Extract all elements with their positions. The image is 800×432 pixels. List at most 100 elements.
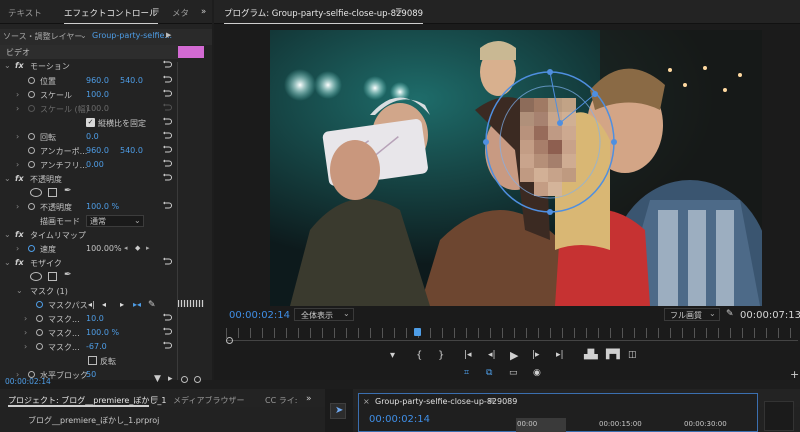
tab-cc-libraries[interactable]: CC ライ: bbox=[265, 395, 297, 406]
mask-opacity-value[interactable]: 100.0 % bbox=[86, 328, 119, 337]
export-icon[interactable] bbox=[181, 376, 188, 383]
chevron-down-icon[interactable]: ⌄ bbox=[4, 230, 11, 239]
panel-menu-icon[interactable]: ≡ bbox=[152, 6, 160, 16]
lift-icon[interactable]: ▟▙ bbox=[584, 350, 598, 360]
chevron-down-icon[interactable]: ⌄ bbox=[709, 309, 716, 318]
chevron-down-icon[interactable]: ⌄ bbox=[343, 309, 350, 318]
in-point-marker-icon[interactable] bbox=[226, 337, 233, 344]
add-marker-icon[interactable]: ▾ bbox=[390, 350, 395, 361]
anchor-y[interactable]: 540.0 bbox=[120, 146, 143, 155]
stopwatch-icon[interactable] bbox=[28, 203, 35, 210]
settings-wrench-icon[interactable]: ✎ bbox=[726, 309, 734, 319]
stopwatch-icon[interactable] bbox=[28, 133, 35, 140]
ec-timecode[interactable]: 00:00:02:14 bbox=[5, 377, 51, 386]
position-x[interactable]: 960.0 bbox=[86, 76, 109, 85]
extract-icon[interactable]: ▛▜ bbox=[606, 350, 620, 360]
reset-icon[interactable] bbox=[162, 159, 172, 169]
chevron-down-icon[interactable]: ⌄ bbox=[4, 174, 11, 183]
camera-icon[interactable]: ◉ bbox=[533, 368, 541, 378]
play-loop-icon[interactable]: ▸ bbox=[168, 374, 173, 384]
stopwatch-icon[interactable] bbox=[36, 329, 43, 336]
antiflicker-value[interactable]: 0.00 bbox=[86, 160, 104, 169]
opacity-effect[interactable]: ⌄ fx 不透明度 bbox=[0, 172, 178, 186]
fx-icon[interactable]: fx bbox=[15, 230, 24, 239]
reset-icon[interactable] bbox=[162, 327, 172, 337]
sequence-timecode[interactable]: 00:00:02:14 bbox=[369, 414, 430, 425]
chevron-right-icon[interactable]: › bbox=[16, 132, 19, 141]
clip-name[interactable]: Group-party-selfie... bbox=[92, 31, 172, 40]
ellipse-mask-icon[interactable] bbox=[30, 188, 42, 197]
chevron-right-icon[interactable]: › bbox=[16, 202, 19, 211]
filter-icon[interactable]: ▼ bbox=[154, 374, 161, 384]
tab-sequence[interactable]: Group-party-selfie-close-up-829089 bbox=[375, 397, 517, 406]
speed-value[interactable]: 100.00% bbox=[86, 244, 122, 253]
fit-select[interactable]: 全体表示 ⌄ bbox=[294, 308, 354, 321]
reset-icon[interactable] bbox=[162, 75, 172, 85]
tab-meta[interactable]: メタ bbox=[172, 7, 189, 19]
fx-icon[interactable]: fx bbox=[15, 174, 24, 183]
reset-icon[interactable] bbox=[162, 60, 172, 70]
step-forward-icon[interactable]: |▸ bbox=[532, 350, 540, 360]
wrench-icon[interactable]: ✎ bbox=[148, 300, 156, 310]
reset-icon[interactable] bbox=[162, 313, 172, 323]
stopwatch-icon[interactable] bbox=[36, 343, 43, 350]
tab-program[interactable]: プログラム: Group-party-selfie-close-up-82908… bbox=[224, 7, 424, 25]
tab-text[interactable]: テキスト bbox=[8, 7, 42, 19]
keyframe-nav-icon[interactable] bbox=[162, 201, 172, 211]
chevron-right-icon[interactable]: › bbox=[24, 342, 27, 351]
position-y[interactable]: 540.0 bbox=[120, 76, 143, 85]
step-back-icon[interactable]: ◂| bbox=[488, 350, 496, 360]
reset-icon[interactable] bbox=[162, 117, 172, 127]
program-timecode[interactable]: 00:00:02:14 bbox=[229, 310, 290, 321]
time-ruler[interactable] bbox=[226, 328, 798, 338]
close-icon[interactable]: × bbox=[363, 397, 370, 406]
step-backward-icon[interactable]: ◂ bbox=[102, 300, 106, 309]
panel-menu-icon[interactable]: ≡ bbox=[488, 396, 496, 406]
keyframe-next-icon[interactable]: ▸ bbox=[146, 244, 150, 252]
rectangle-mask-icon[interactable] bbox=[48, 188, 57, 197]
playhead[interactable] bbox=[414, 328, 421, 336]
reset-icon[interactable] bbox=[162, 89, 172, 99]
mask-expansion-value[interactable]: -67.0 bbox=[86, 342, 107, 351]
reset-icon[interactable] bbox=[162, 257, 172, 267]
reset-icon[interactable] bbox=[162, 145, 172, 155]
fx-icon[interactable]: fx bbox=[15, 258, 24, 267]
clip-track-bar[interactable] bbox=[178, 46, 204, 58]
chevron-down-icon[interactable]: ⌄ bbox=[4, 61, 11, 70]
stopwatch-icon[interactable] bbox=[36, 301, 43, 308]
blend-mode-value[interactable]: 通常 bbox=[90, 216, 106, 227]
chevron-down-icon[interactable]: ⌄ bbox=[4, 258, 11, 267]
panel-menu-icon[interactable]: ≡ bbox=[151, 394, 159, 404]
mark-in-icon[interactable]: { bbox=[416, 350, 422, 361]
time-remap-effect[interactable]: ⌄ fx タイムリマップ bbox=[0, 228, 178, 242]
pen-icon[interactable]: ✒ bbox=[64, 270, 72, 280]
video-frame[interactable] bbox=[270, 30, 762, 306]
stopwatch-icon[interactable] bbox=[28, 161, 35, 168]
chevron-right-icon[interactable]: › bbox=[16, 244, 19, 253]
mask-group[interactable]: ⌄ マスク (1) bbox=[0, 284, 178, 298]
rectangle-mask-icon[interactable] bbox=[48, 272, 57, 281]
play-only-icon[interactable]: ▶ bbox=[166, 31, 171, 39]
snap-icon[interactable]: ⧉ bbox=[486, 368, 492, 378]
selection-tool[interactable]: ➤ bbox=[330, 403, 346, 419]
panel-menu-icon[interactable]: ≡ bbox=[395, 6, 403, 16]
ellipse-mask-icon[interactable] bbox=[30, 272, 42, 281]
stopwatch-icon[interactable] bbox=[28, 245, 35, 252]
fx-icon[interactable]: fx bbox=[15, 61, 24, 70]
scale-value[interactable]: 100.0 bbox=[86, 90, 109, 99]
uniform-scale-checkbox[interactable]: ✓ bbox=[86, 118, 95, 127]
quality-value[interactable]: フル画質 bbox=[670, 310, 702, 321]
add-button-icon[interactable]: + bbox=[790, 368, 799, 381]
anchor-x[interactable]: 960.0 bbox=[86, 146, 109, 155]
tabs-overflow-icon[interactable]: » bbox=[306, 394, 312, 404]
safe-margins-icon[interactable]: ⌗ bbox=[464, 368, 469, 378]
tabs-overflow-icon[interactable]: » bbox=[201, 7, 206, 17]
stopwatch-icon[interactable] bbox=[36, 315, 43, 322]
record-icon[interactable] bbox=[194, 376, 201, 383]
pen-icon[interactable]: ✒ bbox=[64, 186, 72, 196]
mosaic-effect[interactable]: ⌄ fx モザイク bbox=[0, 256, 178, 270]
keyframe-prev-icon[interactable]: ◂ bbox=[124, 244, 128, 252]
chevron-right-icon[interactable]: › bbox=[16, 90, 19, 99]
chevron-down-icon[interactable]: ⌄ bbox=[16, 286, 23, 295]
invert-checkbox[interactable] bbox=[88, 356, 97, 365]
